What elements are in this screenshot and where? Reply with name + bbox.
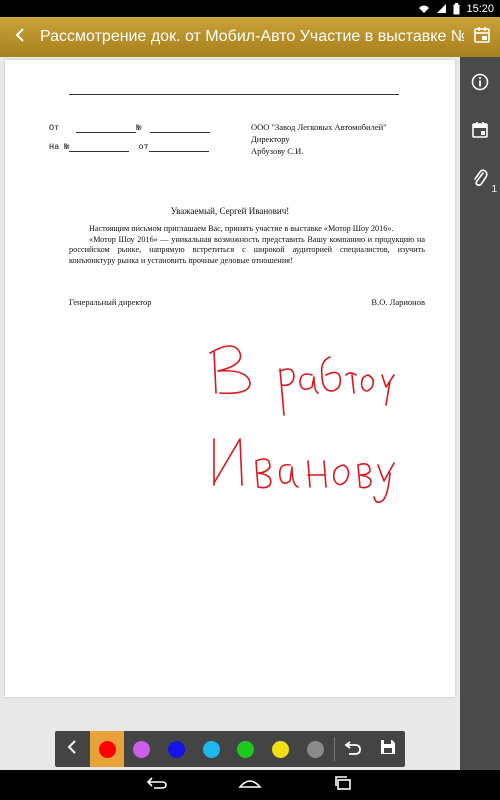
toolbar-back-button[interactable]: [55, 731, 90, 767]
attachments-count: 1: [491, 184, 497, 195]
save-icon: [380, 739, 396, 760]
nav-back-button[interactable]: [137, 770, 177, 800]
drawing-toolbar: [55, 731, 405, 767]
nav-recents-button[interactable]: [323, 770, 363, 800]
paragraph: «Мотор Шоу 2016» — уникальная возможност…: [69, 234, 425, 265]
card-icon: [473, 26, 491, 49]
color-green[interactable]: [229, 731, 264, 767]
color-violet[interactable]: [124, 731, 159, 767]
system-nav-bar: [0, 770, 500, 800]
card-button[interactable]: [464, 17, 500, 57]
attachments-button[interactable]: 1: [460, 163, 500, 197]
chevron-left-icon: [67, 739, 77, 760]
reply-from-label: от: [138, 142, 149, 152]
color-swatch: [237, 740, 255, 758]
signal-icon: [418, 3, 430, 14]
color-blue[interactable]: [159, 731, 194, 767]
info-button[interactable]: [460, 67, 500, 101]
recipient-name: Арбузову С.И.: [251, 146, 304, 156]
color-swatch: [133, 740, 151, 758]
color-yellow[interactable]: [263, 731, 298, 767]
from-number-blank: [149, 124, 210, 133]
color-gray[interactable]: [298, 731, 333, 767]
undo-icon: [344, 739, 362, 760]
color-swatch: [98, 740, 116, 758]
page-title: Рассмотрение док. от Мобил-Авто Участие …: [40, 28, 464, 45]
calendar-button[interactable]: [460, 115, 500, 149]
app-bar: Рассмотрение док. от Мобил-Авто Участие …: [0, 17, 500, 57]
save-button[interactable]: [370, 731, 405, 767]
calendar-icon: [472, 121, 488, 143]
document-page[interactable]: От № На № от ООО "Завод Легковых Автомоб…: [5, 60, 455, 697]
battery-icon: [453, 2, 460, 15]
document-viewer[interactable]: От № На № от ООО "Завод Легковых Автомоб…: [0, 57, 460, 770]
reply-line: На № от: [49, 142, 209, 152]
recents-icon: [334, 775, 352, 795]
recipient-block: ООО "Завод Легковых Автомобилей" Директо…: [251, 121, 387, 157]
color-cyan[interactable]: [194, 731, 229, 767]
color-swatch: [202, 740, 220, 758]
back-button[interactable]: [0, 17, 40, 57]
home-icon: [237, 776, 263, 794]
recipient-position: Директору: [251, 134, 290, 144]
back-arrow-icon: [14, 27, 26, 48]
color-red[interactable]: [89, 731, 125, 767]
color-swatch: [167, 740, 185, 758]
letter-body: Настоящим письмом приглашаем Вас, принят…: [69, 224, 425, 266]
from-line: От №: [49, 123, 210, 133]
reply-label: На №: [49, 142, 70, 152]
from-date-blank: [76, 124, 137, 133]
reply-number-blank: [69, 143, 130, 152]
color-swatch: [272, 740, 290, 758]
number-sign: №: [136, 123, 142, 133]
paragraph: Настоящим письмом приглашаем Вас, принят…: [89, 224, 394, 233]
side-panel: 1: [460, 57, 500, 770]
signer-title: Генеральный директор: [69, 297, 152, 307]
toolbar-divider: [333, 737, 335, 761]
greeting: Уважаемый, Сергей Иванович!: [170, 206, 290, 216]
reply-date-blank: [148, 143, 209, 152]
header-rule: [69, 94, 399, 95]
cellular-icon: [436, 3, 447, 14]
from-label: От: [49, 123, 60, 133]
undo-button[interactable]: [336, 731, 371, 767]
color-swatch: [306, 740, 324, 758]
nav-home-button[interactable]: [230, 770, 270, 800]
status-bar: 15:20: [0, 0, 500, 17]
signature-row: Генеральный директор В.О. Ларионов: [69, 297, 425, 307]
paperclip-icon: [472, 168, 488, 193]
info-icon: [471, 73, 489, 96]
status-time: 15:20: [466, 2, 494, 15]
nav-back-icon: [146, 776, 168, 794]
recipient-company: ООО "Завод Легковых Автомобилей": [251, 122, 387, 132]
signer-name: В.О. Ларионов: [371, 297, 425, 307]
handwritten-note: [209, 345, 395, 504]
